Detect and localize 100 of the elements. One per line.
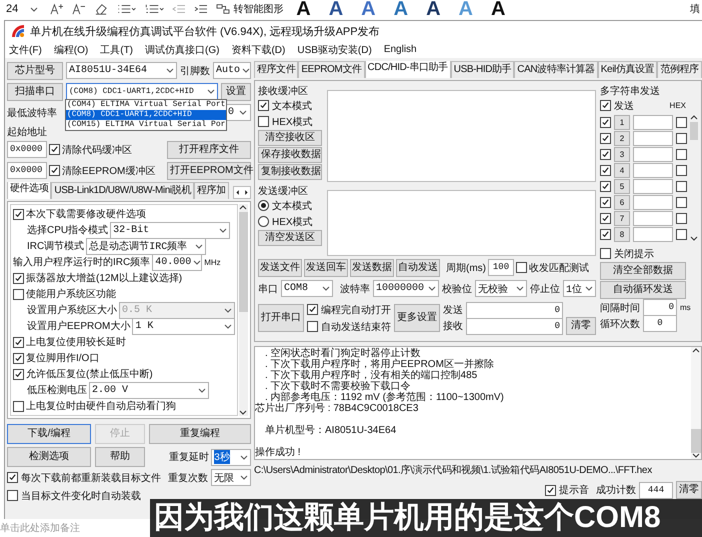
checkbox[interactable] xyxy=(600,100,611,111)
hex-checkbox[interactable] xyxy=(676,180,687,192)
bullet-list-icon[interactable] xyxy=(116,3,136,15)
clear-count-button[interactable]: 清零 xyxy=(676,481,702,499)
settings-button[interactable]: 设置 xyxy=(221,82,251,100)
send-action-button[interactable]: 发送回车 xyxy=(304,258,348,276)
checkbox[interactable] xyxy=(516,262,527,273)
tab[interactable]: CDC/HID-串口助手 xyxy=(364,61,451,78)
repeat-count-dropdown[interactable]: 无限 xyxy=(211,469,251,486)
stop-bits-dropdown[interactable]: 1位 xyxy=(563,280,596,297)
baud-dropdown[interactable]: 10000000 xyxy=(373,280,439,297)
hex-checkbox[interactable] xyxy=(676,116,687,128)
checkbox[interactable] xyxy=(13,400,24,412)
checkbox[interactable] xyxy=(307,304,318,315)
string-field[interactable] xyxy=(633,114,673,130)
checkbox[interactable] xyxy=(545,484,556,496)
serial-port-dropdown[interactable]: (COM8) CDC1-UART1,2CDC+HID xyxy=(66,83,218,100)
string-field[interactable] xyxy=(633,162,673,178)
option-dropdown[interactable]: 32-Bit xyxy=(110,222,230,238)
action-button[interactable]: 检测选项 xyxy=(7,447,91,467)
pin-count-dropdown[interactable]: Auto xyxy=(213,62,251,79)
hex-checkbox[interactable] xyxy=(676,196,687,208)
checkbox[interactable] xyxy=(13,272,24,284)
send-string-button[interactable]: 7 xyxy=(614,210,630,226)
scroll-up-icon[interactable] xyxy=(691,347,701,353)
numbered-list-icon[interactable] xyxy=(144,3,164,15)
action-button[interactable]: 帮助 xyxy=(95,447,145,467)
checkbox[interactable] xyxy=(600,212,611,224)
scroll-thumb[interactable] xyxy=(239,212,248,312)
scrollbar[interactable] xyxy=(691,347,701,459)
tab[interactable]: 程序文件 xyxy=(254,61,298,78)
address-field[interactable]: 0x0000 xyxy=(7,162,47,179)
tab[interactable]: 范例程序 xyxy=(657,61,702,78)
send-string-button[interactable]: 4 xyxy=(614,162,630,178)
radio-button[interactable] xyxy=(258,216,269,227)
open-port-button[interactable]: 打开串口 xyxy=(258,304,304,332)
send-string-button[interactable]: 3 xyxy=(614,146,630,162)
tab[interactable]: 程序加 xyxy=(194,182,229,199)
send-string-button[interactable]: 2 xyxy=(614,130,630,146)
port-option[interactable]: (COM15) ELTIMA Virtual Serial Por xyxy=(66,120,226,130)
frequency-dropdown[interactable]: 40.000 xyxy=(152,254,202,270)
string-field[interactable] xyxy=(633,146,673,162)
string-field[interactable] xyxy=(633,130,673,146)
send-string-button[interactable]: 8 xyxy=(614,226,630,242)
checkbox[interactable] xyxy=(600,180,611,192)
tab[interactable]: EEPROM文件 xyxy=(298,61,365,78)
scroll-down-icon[interactable] xyxy=(691,453,701,459)
checkbox[interactable] xyxy=(600,248,611,259)
checkbox[interactable] xyxy=(13,352,24,364)
scroll-thumb[interactable] xyxy=(691,429,701,453)
send-action-button[interactable]: 自动发送 xyxy=(396,258,440,276)
convert-to-smartart-button[interactable]: 转智能图形 xyxy=(216,2,284,16)
menu-item[interactable]: 调试仿真接口(G) xyxy=(145,42,220,56)
port-option[interactable]: (COM8) CDC1-UART1,2CDC+HID xyxy=(66,110,226,120)
checkbox[interactable] xyxy=(600,228,611,240)
open-file-button[interactable]: 打开EEPROM文件 xyxy=(167,162,251,180)
text-style-sample[interactable]: A xyxy=(486,0,510,18)
scrollbar[interactable] xyxy=(690,114,698,242)
menu-item[interactable]: 工具(T) xyxy=(100,42,134,56)
checkbox[interactable] xyxy=(7,472,18,483)
receive-button[interactable]: 复制接收数据 xyxy=(258,164,322,180)
checkbox[interactable] xyxy=(307,321,318,332)
hex-checkbox[interactable] xyxy=(676,228,687,240)
open-file-button[interactable]: 打开程序文件 xyxy=(167,140,251,158)
scroll-up-icon[interactable] xyxy=(690,114,698,120)
receive-button[interactable]: 清空接收区 xyxy=(258,130,322,146)
font-size-dropdown[interactable]: 24 xyxy=(2,3,42,15)
clear-count-button[interactable]: 清零 xyxy=(566,317,596,335)
send-action-button[interactable]: 发送文件 xyxy=(258,258,302,276)
action-button[interactable]: 下载/编程 xyxy=(7,424,91,444)
hex-checkbox[interactable] xyxy=(676,212,687,224)
checkbox[interactable] xyxy=(13,288,24,300)
menu-item[interactable]: English xyxy=(384,44,417,55)
checkbox[interactable] xyxy=(13,368,24,380)
string-field[interactable] xyxy=(633,226,673,242)
send-action-button[interactable]: 发送数据 xyxy=(350,258,394,276)
checkbox[interactable] xyxy=(49,144,60,155)
tab[interactable]: USB-Link1D/U8W/U8W-Mini脱机 xyxy=(51,182,194,199)
more-settings-button[interactable]: 更多设置 xyxy=(394,304,440,332)
text-style-sample[interactable]: A xyxy=(356,0,381,18)
option-dropdown[interactable]: 2.00 V xyxy=(89,382,209,398)
tab[interactable]: USB-HID助手 xyxy=(450,61,514,78)
scroll-thumb[interactable] xyxy=(690,122,698,140)
scroll-down-icon[interactable] xyxy=(690,236,698,242)
period-field[interactable]: 100 xyxy=(488,259,514,276)
multi-send-button[interactable]: 清空全部数据 xyxy=(600,262,686,280)
hex-checkbox[interactable] xyxy=(676,132,687,144)
text-style-sample[interactable]: A xyxy=(421,0,446,18)
parity-dropdown[interactable]: 无校验 xyxy=(475,280,527,297)
menu-item[interactable]: 资料下载(D) xyxy=(231,42,286,56)
hex-checkbox[interactable] xyxy=(676,164,687,176)
send-string-button[interactable]: 5 xyxy=(614,178,630,194)
scroll-up-icon[interactable] xyxy=(239,204,247,210)
menu-item[interactable]: USB驱动安装(D) xyxy=(297,42,372,56)
scrollbar[interactable] xyxy=(239,204,248,416)
clear-send-button[interactable]: 清空发送区 xyxy=(258,230,322,246)
chip-model-button[interactable]: 芯片型号 xyxy=(7,62,63,80)
send-string-button[interactable]: 6 xyxy=(614,194,630,210)
checkbox[interactable] xyxy=(7,490,18,501)
shrink-font-icon[interactable] xyxy=(72,3,86,15)
